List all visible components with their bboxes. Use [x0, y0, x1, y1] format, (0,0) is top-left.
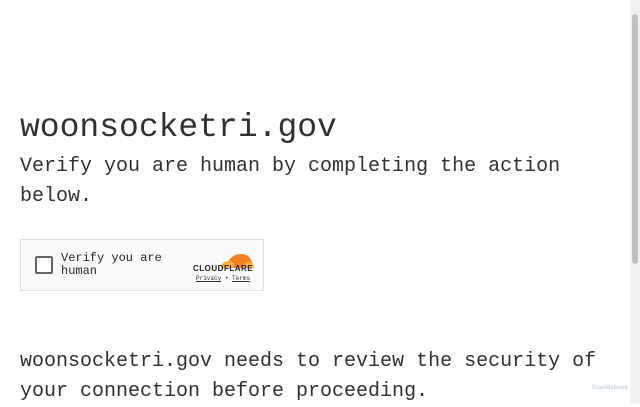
verify-instruction: Verify you are human by completing the a… — [20, 155, 561, 208]
privacy-link[interactable]: Privacy — [196, 275, 221, 282]
scrollbar-thumb[interactable] — [632, 14, 638, 264]
vertical-scrollbar[interactable] — [630, 0, 640, 404]
cloudflare-wordmark: CLOUDFLARE — [193, 264, 254, 273]
security-notice: woonsocketri.gov needs to review the sec… — [20, 350, 597, 403]
turnstile-widget: Verify you are human CLOUDFLARE Privacy … — [20, 239, 264, 291]
verify-checkbox[interactable] — [35, 256, 53, 274]
page-title: woonsocketri.gov — [20, 109, 337, 146]
terms-link[interactable]: Terms — [232, 275, 250, 282]
link-separator: • — [224, 275, 229, 282]
cloudflare-links: Privacy • Terms — [196, 275, 250, 282]
verify-checkbox-label[interactable]: Verify you are human — [61, 252, 171, 278]
scanmalware-badge: ScanMalware — [591, 385, 628, 391]
